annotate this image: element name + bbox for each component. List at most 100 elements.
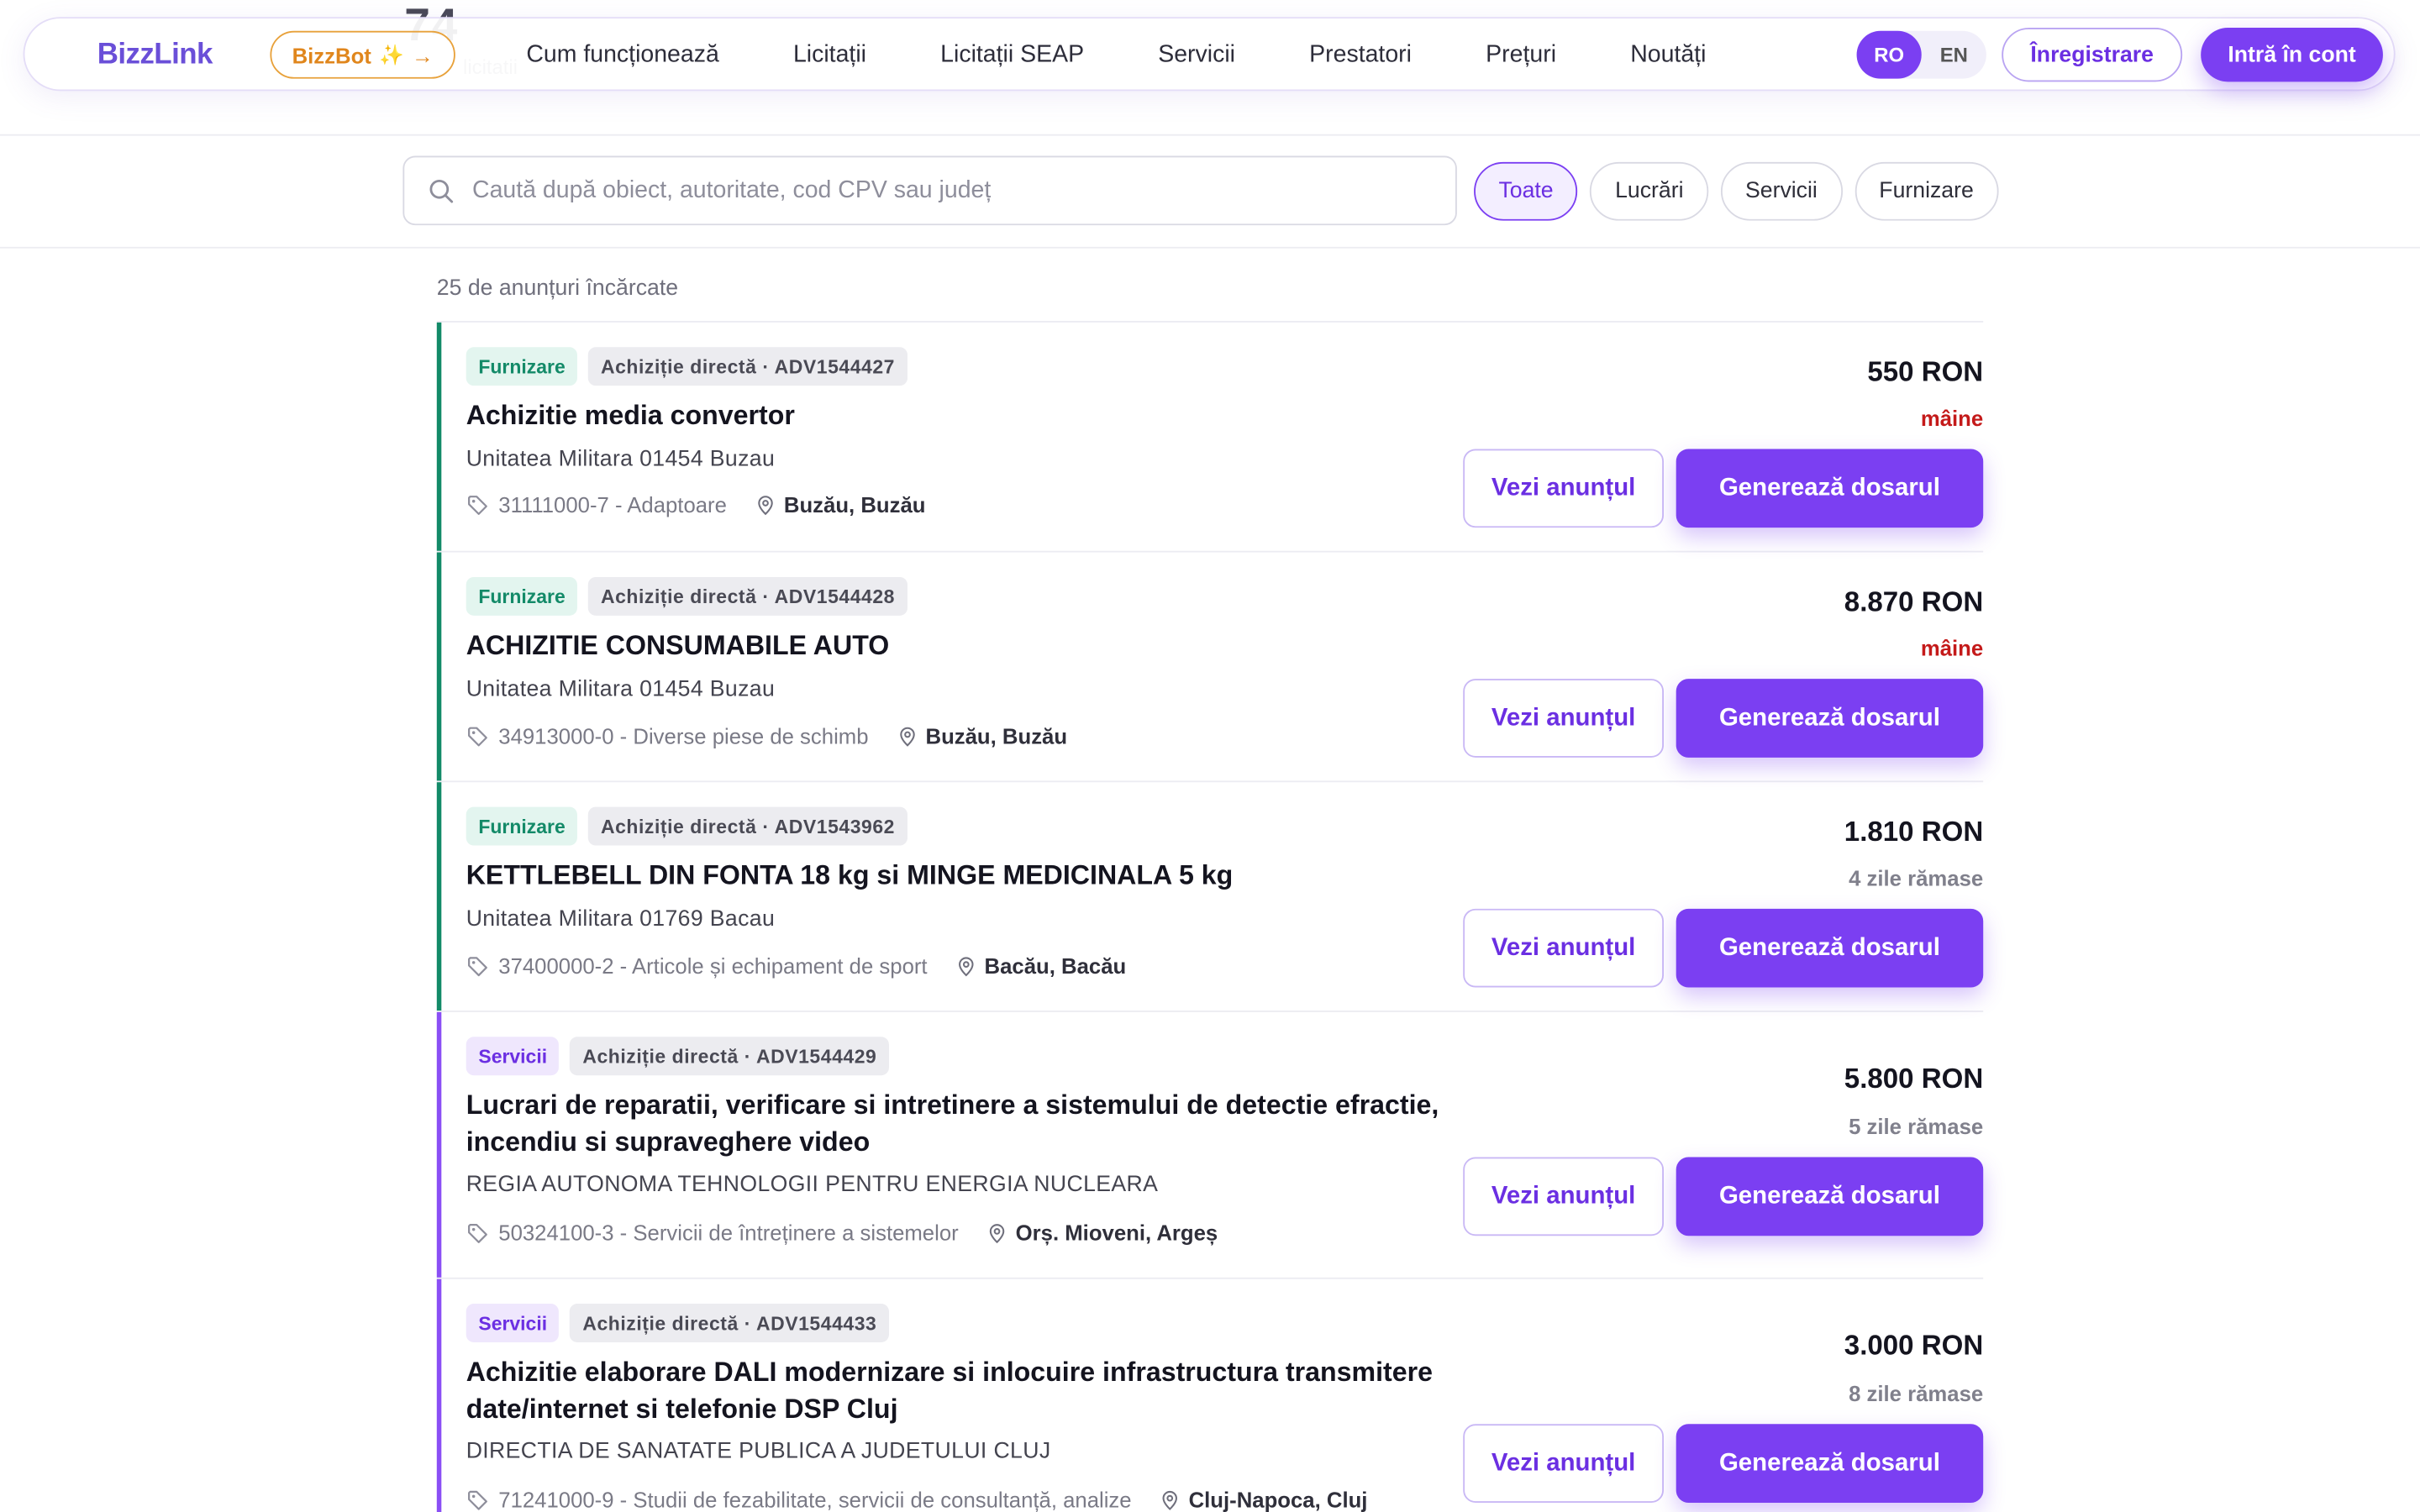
view-tender-button[interactable]: Vezi anunțul [1463, 449, 1665, 528]
page: 74 licitatii BizzLink BizzBot ✨ → Cum fu… [0, 0, 2420, 1512]
tender-title[interactable]: KETTLEBELL DIN FONTA 18 kg si MINGE MEDI… [466, 856, 1455, 893]
view-tender-button[interactable]: Vezi anunțul [1463, 1157, 1665, 1236]
tender-location: Bacău, Bacău [984, 953, 1127, 979]
tender-value: 1.810 RON [1844, 816, 1984, 848]
filter-all[interactable]: Toate [1474, 161, 1579, 221]
procedure-badge: Achiziție directă · ADV1544429 [570, 1037, 890, 1076]
deadline-label: 8 zile rămase [1849, 1380, 1984, 1406]
tender-meta: 37400000-2 - Articole și echipament de s… [466, 953, 1127, 979]
tender-location: Cluj-Napoca, Cluj [1188, 1487, 1368, 1512]
tender-meta: 31111000-7 - Adaptoare Buzău, Buzău [466, 491, 926, 517]
view-tender-button[interactable]: Vezi anunțul [1463, 1424, 1665, 1503]
tender-title[interactable]: ACHIZITIE CONSUMABILE AUTO [466, 627, 1455, 664]
tender-card: Servicii Achiziție directă · ADV1544433 … [436, 1278, 1984, 1512]
card-badges: Servicii Achiziție directă · ADV1544433 [466, 1304, 890, 1342]
tender-title[interactable]: Achizitie elaborare DALI modernizare si … [466, 1353, 1455, 1427]
nav-link-pricing[interactable]: Prețuri [1486, 42, 1556, 70]
tender-value: 3.000 RON [1844, 1330, 1984, 1362]
card-badges: Furnizare Achiziție directă · ADV1544427 [466, 347, 908, 386]
generate-dossier-button[interactable]: Generează dosarul [1676, 449, 1984, 528]
language-switcher: RO EN [1856, 30, 1986, 79]
lang-ro-button[interactable]: RO [1856, 30, 1922, 79]
contracting-authority: Unitatea Militara 01769 Bacau [466, 907, 776, 932]
tender-title[interactable]: Achizitie media convertor [466, 396, 1455, 433]
generate-dossier-button[interactable]: Generează dosarul [1676, 1157, 1984, 1236]
tender-title[interactable]: Lucrari de reparatii, verificare si intr… [466, 1086, 1455, 1160]
tender-value: 5.800 RON [1844, 1063, 1984, 1095]
procedure-badge: Achiziție directă · ADV1544433 [570, 1304, 890, 1342]
top-navbar: BizzLink BizzBot ✨ → Cum funcționează Li… [23, 17, 2396, 92]
tender-meta: 34913000-0 - Diverse piese de schimb Buz… [466, 723, 1067, 748]
tag-icon [468, 726, 487, 746]
tag-icon [468, 1223, 487, 1242]
contracting-authority: REGIA AUTONOMA TEHNOLOGII PENTRU ENERGIA… [466, 1172, 1159, 1198]
cpv-code: 34913000-0 - Diverse piese de schimb [498, 723, 869, 748]
card-badges: Furnizare Achiziție directă · ADV1544428 [466, 576, 908, 616]
tender-card: Furnizare Achiziție directă · ADV1544427… [436, 322, 1984, 553]
deadline-label: mâine [1920, 635, 1984, 661]
deadline-label: 4 zile rămase [1849, 865, 1984, 890]
sparkle-icon: ✨ [379, 42, 404, 66]
map-pin-icon [958, 956, 974, 976]
procedure-badge: Achiziție directă · ADV1544427 [588, 347, 908, 386]
generate-dossier-button[interactable]: Generează dosarul [1676, 679, 1984, 758]
card-badges: Furnizare Achiziție directă · ADV1543962 [466, 806, 908, 846]
tender-card: Furnizare Achiziție directă · ADV1543962… [436, 782, 1984, 1012]
category-accent-bar [436, 1278, 442, 1512]
logo[interactable]: BizzLink [97, 39, 213, 72]
category-badge: Furnizare [466, 806, 578, 846]
card-badges: Servicii Achiziție directă · ADV1544429 [466, 1037, 890, 1076]
category-badge: Furnizare [466, 347, 578, 386]
map-pin-icon [1162, 1490, 1178, 1509]
search-input[interactable] [469, 175, 1402, 207]
tag-icon [468, 1489, 487, 1509]
view-tender-button[interactable]: Vezi anunțul [1463, 908, 1665, 988]
deadline-label: 5 zile rămase [1849, 1114, 1984, 1139]
register-button[interactable]: Înregistrare [2002, 28, 2183, 82]
nav-link-services[interactable]: Servicii [1158, 42, 1235, 70]
tag-icon [468, 956, 487, 976]
search-toolbar: Toate Lucrări Servicii Furnizare [0, 134, 2420, 249]
tender-location: Buzău, Buzău [783, 491, 926, 517]
results-count: 25 de anunțuri încărcate [436, 276, 679, 302]
procedure-badge: Achiziție directă · ADV1543962 [588, 806, 908, 846]
tender-meta: 71241000-9 - Studii de fezabilitate, ser… [466, 1487, 1368, 1512]
nav-link-providers[interactable]: Prestatori [1309, 42, 1412, 70]
tender-value: 8.870 RON [1844, 585, 1984, 617]
filter-works[interactable]: Lucrări [1590, 161, 1708, 221]
tender-value: 550 RON [1867, 356, 1984, 388]
search-icon [429, 179, 454, 202]
generate-dossier-button[interactable]: Generează dosarul [1676, 1424, 1984, 1503]
main-nav: Cum funcționează Licitații Licitații SEA… [526, 18, 1780, 92]
category-badge: Servicii [466, 1037, 560, 1076]
deadline-label: mâine [1920, 406, 1984, 431]
bizzbot-button[interactable]: BizzBot ✨ → [270, 30, 455, 79]
filter-services[interactable]: Servicii [1720, 161, 1843, 221]
tender-card: Servicii Achiziție directă · ADV1544429 … [436, 1011, 1984, 1279]
tender-meta: 50324100-3 - Servicii de întreținere a s… [466, 1221, 1218, 1245]
nav-link-seap-tenders[interactable]: Licitații SEAP [940, 42, 1084, 70]
generate-dossier-button[interactable]: Generează dosarul [1676, 908, 1984, 988]
nav-link-how-it-works[interactable]: Cum funcționează [526, 42, 718, 70]
bizzbot-label: BizzBot [292, 42, 371, 67]
view-tender-button[interactable]: Vezi anunțul [1463, 679, 1665, 758]
procedure-badge: Achiziție directă · ADV1544428 [588, 576, 908, 616]
category-badge: Furnizare [466, 576, 578, 616]
cpv-code: 71241000-9 - Studii de fezabilitate, ser… [498, 1487, 1132, 1512]
filter-supplies[interactable]: Furnizare [1854, 161, 1999, 221]
search-box[interactable] [402, 155, 1457, 226]
tag-icon [468, 495, 487, 515]
category-accent-bar [436, 782, 442, 1011]
contracting-authority: DIRECTIA DE SANATATE PUBLICA A JUDETULUI… [466, 1439, 1051, 1465]
tender-card: Furnizare Achiziție directă · ADV1544428… [436, 552, 1984, 783]
map-pin-icon [989, 1223, 1005, 1243]
cpv-code: 31111000-7 - Adaptoare [498, 491, 727, 517]
contracting-authority: Unitatea Militara 01454 Buzau [466, 677, 776, 702]
lang-en-button[interactable]: EN [1922, 31, 1986, 79]
tender-location: Orș. Mioveni, Argeș [1015, 1220, 1218, 1246]
nav-link-news[interactable]: Noutăți [1630, 42, 1706, 70]
category-badge: Servicii [466, 1304, 560, 1342]
category-accent-bar [436, 322, 442, 551]
nav-link-tenders[interactable]: Licitații [793, 42, 866, 70]
login-button[interactable]: Intră în cont [2201, 28, 2383, 82]
